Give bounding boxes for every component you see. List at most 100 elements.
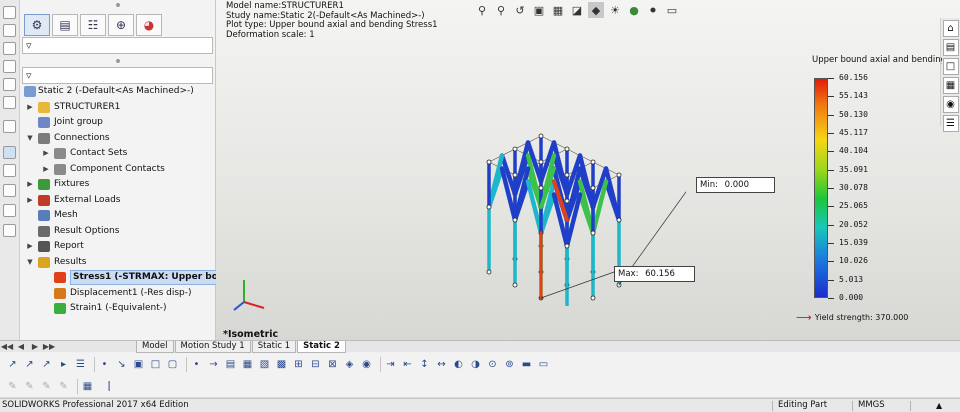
tree-item[interactable]: ▶ Component Contacts xyxy=(22,162,216,178)
simulation-tool-icon[interactable]: ▦ xyxy=(241,357,254,371)
joint-node[interactable] xyxy=(564,172,570,178)
simulation-tool-icon[interactable]: • xyxy=(190,357,203,371)
collapsed-arrow-icon[interactable]: ▶ xyxy=(42,162,50,177)
display-style-icon[interactable]: ◆ xyxy=(588,2,604,18)
simulation-filter-field[interactable]: ▿ xyxy=(22,67,213,84)
tree-item[interactable]: Displacement1 (-Res disp-) xyxy=(22,286,216,302)
simulation-tool-icon[interactable]: ↗ xyxy=(6,357,19,371)
joint-node[interactable] xyxy=(486,269,492,275)
cube-icon[interactable] xyxy=(3,96,16,109)
collapsed-arrow-icon[interactable]: ▶ xyxy=(26,100,34,115)
tree-item[interactable]: ▼ Connections xyxy=(22,131,216,147)
joint-node[interactable] xyxy=(590,185,596,191)
joint-node[interactable] xyxy=(486,159,492,165)
simulation-tool-icon[interactable]: ⊞ xyxy=(292,357,305,371)
feature-manager-tab[interactable]: ⚙ xyxy=(24,14,50,36)
design-library-icon[interactable]: ▤ xyxy=(942,39,959,56)
view-palette-icon[interactable]: ▦ xyxy=(942,77,959,94)
property-manager-tab[interactable]: ▤ xyxy=(52,14,78,36)
simulation-tool-icon[interactable]: ◉ xyxy=(360,357,373,371)
simulation-tool-icon[interactable]: ⊟ xyxy=(309,357,322,371)
joint-node[interactable] xyxy=(590,295,596,301)
simulation-tool-icon[interactable]: • xyxy=(98,357,111,371)
expanded-arrow-icon[interactable]: ▼ xyxy=(26,131,34,146)
simulation-tool-icon[interactable]: ↗ xyxy=(23,357,36,371)
collapsed-arrow-icon[interactable]: ▶ xyxy=(26,193,34,208)
joint-node[interactable] xyxy=(564,146,570,152)
joint-node[interactable] xyxy=(590,230,596,236)
joint-node[interactable] xyxy=(512,172,518,178)
joint-node[interactable] xyxy=(538,133,544,139)
tree-item[interactable]: ▼ Results xyxy=(22,255,216,271)
joint-node[interactable] xyxy=(590,159,596,165)
status-units[interactable]: MMGS xyxy=(858,399,885,412)
custom-properties-icon[interactable]: ☰ xyxy=(942,115,959,132)
sim-report-icon[interactable] xyxy=(3,224,16,237)
simulation-tool-icon[interactable]: ⇤ xyxy=(401,357,414,371)
cube-icon[interactable] xyxy=(3,60,16,73)
simulation-tool-icon[interactable]: ▬ xyxy=(520,357,533,371)
simulation-tool-icon[interactable]: ↗ xyxy=(40,357,53,371)
tab-static-1[interactable]: Static 1 xyxy=(251,340,297,353)
probe-max-leader[interactable] xyxy=(540,271,615,299)
last-tab-arrow-icon[interactable]: ▶▶ xyxy=(42,342,56,351)
layer-icon[interactable] xyxy=(3,24,16,37)
simulation-tool-icon[interactable]: ⇥ xyxy=(384,357,397,371)
collapsed-arrow-icon[interactable]: ▶ xyxy=(42,146,50,161)
home-icon[interactable]: ⌂ xyxy=(942,20,959,37)
tree-item[interactable]: Mesh xyxy=(22,208,216,224)
tab-model[interactable]: Model xyxy=(136,340,174,353)
tree-item[interactable]: Stress1 (-STRMAX: Upper bound axial and … xyxy=(22,270,216,286)
tree-item[interactable]: ▶ Fixtures xyxy=(22,177,216,193)
appearances-icon[interactable]: ◉ xyxy=(942,96,959,113)
tree-item[interactable]: Joint group xyxy=(22,115,216,131)
plane-icon[interactable] xyxy=(3,120,16,133)
simulation-tool-icon[interactable]: ▤ xyxy=(224,357,237,371)
tree-item[interactable]: ▶ Report xyxy=(22,239,216,255)
dynamic-annotation-icon[interactable]: ▦ xyxy=(550,2,566,18)
joint-node[interactable] xyxy=(564,198,570,204)
simulation-tool-icon[interactable]: □ xyxy=(149,357,162,371)
zoom-to-area-icon[interactable]: ⚲ xyxy=(493,2,509,18)
collapsed-arrow-icon[interactable]: ▶ xyxy=(26,239,34,254)
panel-grip[interactable] xyxy=(116,3,120,7)
hide-show-items-icon[interactable]: ☀ xyxy=(607,2,623,18)
simulation-tool-icon[interactable]: ▣ xyxy=(132,357,145,371)
simulation-tool-icon[interactable]: ▩ xyxy=(275,357,288,371)
prev-tab-arrow-icon[interactable]: ◀ xyxy=(14,342,28,351)
graphics-area[interactable]: Model name:STRUCTURER1 Study name:Static… xyxy=(216,0,960,340)
simulation-tool-icon[interactable]: ↔ xyxy=(435,357,448,371)
configuration-manager-tab[interactable]: ☷ xyxy=(80,14,106,36)
panel-divider-grip[interactable] xyxy=(116,59,120,63)
simulation-tool-icon[interactable]: ▢ xyxy=(166,357,179,371)
joint-node[interactable] xyxy=(564,243,570,249)
tree-item[interactable]: ▶ Contact Sets xyxy=(22,146,216,162)
expanded-arrow-icon[interactable]: ▼ xyxy=(26,255,34,270)
zoom-to-fit-icon[interactable]: ⚲ xyxy=(474,2,490,18)
sim-setup-icon[interactable] xyxy=(3,146,16,159)
feature-filter-field[interactable]: ▿ xyxy=(22,37,213,54)
file-explorer-icon[interactable]: □ xyxy=(942,58,959,75)
display-manager-tab[interactable]: ◕ xyxy=(136,14,162,36)
view-settings-icon[interactable]: ▭ xyxy=(664,2,680,18)
simulation-tool-icon[interactable]: ☰ xyxy=(74,357,87,371)
sketch-icon[interactable] xyxy=(3,6,16,19)
simulation-tool-icon[interactable]: ↘ xyxy=(115,357,128,371)
joint-node[interactable] xyxy=(616,217,622,223)
study-root-row[interactable]: Static 2 (-Default<As Machined>-) xyxy=(22,84,216,100)
plot-settings-icon[interactable]: ▦ xyxy=(81,379,94,393)
joint-node[interactable] xyxy=(616,172,622,178)
previous-view-icon[interactable]: ↺ xyxy=(512,2,528,18)
simulation-tool-icon[interactable]: ◑ xyxy=(469,357,482,371)
simulation-tool-icon[interactable]: ▧ xyxy=(258,357,271,371)
joint-node[interactable] xyxy=(486,204,492,210)
sim-load-icon[interactable] xyxy=(3,164,16,177)
copy-icon[interactable] xyxy=(3,42,16,55)
sim-run-icon[interactable] xyxy=(3,184,16,197)
section-view-icon[interactable]: ▣ xyxy=(531,2,547,18)
joint-node[interactable] xyxy=(512,217,518,223)
tree-item[interactable]: Strain1 (-Equivalent-) xyxy=(22,301,216,317)
collapsed-arrow-icon[interactable]: ▶ xyxy=(26,177,34,192)
joint-node[interactable] xyxy=(538,185,544,191)
tab-motion-study-1[interactable]: Motion Study 1 xyxy=(174,340,251,353)
